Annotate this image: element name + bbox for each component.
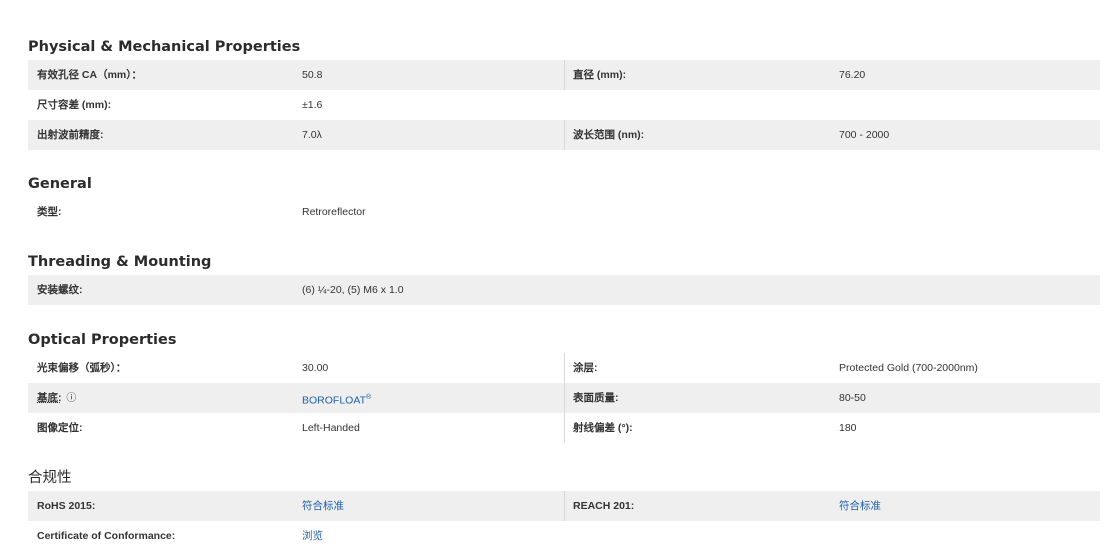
spec-row-substrate: 基底: ⓘ BOROFLOAT® 表面质量: 80-50: [28, 383, 1100, 413]
spec-label: 安装螺纹:: [37, 284, 83, 296]
spec-label: 表面质量:: [573, 392, 619, 404]
spec-value: 180: [839, 422, 857, 434]
spec-label: 直径 (mm):: [573, 69, 627, 81]
section-title-compliance: 合规性: [28, 470, 72, 486]
spec-label: 射线偏差 (°):: [573, 422, 633, 434]
spec-label-with-info: 基底: ⓘ: [37, 383, 76, 413]
spec-label: 图像定位:: [37, 422, 83, 434]
spec-value: 700 - 2000: [839, 129, 890, 141]
spec-row-wavefront: 出射波前精度: 7.0λ 波长范围 (nm): 700 - 2000: [28, 120, 1100, 150]
spec-label: Certificate of Conformance:: [37, 530, 176, 542]
physical-mechanical-section: Physical & Mechanical Properties 有效孔径 CA…: [28, 34, 1100, 150]
spec-label: 类型:: [37, 206, 62, 218]
section-title-physical: Physical & Mechanical Properties: [28, 39, 301, 55]
spec-row-rohs-reach: RoHS 2015: 符合标准 REACH 201: 符合标准: [28, 491, 1100, 521]
spec-label: 出射波前精度:: [37, 129, 104, 141]
column-divider: [564, 60, 565, 90]
spec-row-beam-deviation: 光束偏移（弧秒）： 30.00 涂层: Protected Gold (700-…: [28, 353, 1100, 383]
spec-row-mounting-threads: 安装螺纹: (6) ¼-20, (5) M6 x 1.0: [28, 275, 1100, 305]
spec-value: 30.00: [302, 362, 329, 374]
substrate-label[interactable]: 基底:: [37, 392, 62, 404]
column-divider: [564, 491, 565, 521]
spec-label: 涂层:: [573, 362, 598, 374]
spec-value: Protected Gold (700-2000nm): [839, 362, 978, 374]
spec-row-certificate: Certificate of Conformance: 浏览: [28, 521, 1100, 551]
spec-label: 波长范围 (nm):: [573, 129, 645, 141]
column-divider: [564, 353, 565, 383]
product-specs-page: Physical & Mechanical Properties 有效孔径 CA…: [0, 0, 1119, 559]
compliance-section: 合规性 RoHS 2015: 符合标准 REACH 201: 符合标准 Cert…: [28, 465, 1100, 551]
spec-value: 80-50: [839, 392, 866, 404]
registered-mark: ®: [365, 394, 372, 401]
spec-row-image-orientation: 图像定位: Left-Handed 射线偏差 (°): 180: [28, 413, 1100, 443]
spec-value: ±1.6: [302, 99, 323, 111]
spec-value: (6) ¼-20, (5) M6 x 1.0: [302, 284, 404, 296]
spec-value: Retroreflector: [302, 206, 366, 218]
spec-row-clear-aperture: 有效孔径 CA（mm）： 50.8 直径 (mm): 76.20: [28, 60, 1100, 90]
spec-value: 76.20: [839, 69, 866, 81]
spec-label: RoHS 2015:: [37, 500, 96, 512]
column-divider: [564, 120, 565, 150]
section-title-optical: Optical Properties: [28, 332, 177, 348]
spec-row-dimensional-tolerance: 尺寸容差 (mm): ±1.6: [28, 90, 1100, 120]
general-section: General 类型: Retroreflector: [28, 171, 1100, 227]
column-divider: [564, 413, 565, 443]
borofloat-link[interactable]: BOROFLOAT®: [302, 383, 371, 413]
rohs-compliance-link[interactable]: 符合标准: [302, 491, 344, 521]
column-divider: [564, 383, 565, 413]
certificate-view-link[interactable]: 浏览: [302, 521, 323, 551]
spec-label: 有效孔径 CA（mm）：: [37, 69, 143, 81]
section-title-threading: Threading & Mounting: [28, 254, 212, 270]
spec-label: 尺寸容差 (mm):: [37, 99, 112, 111]
optical-properties-section: Optical Properties 光束偏移（弧秒）： 30.00 涂层: P…: [28, 327, 1100, 443]
spec-label: 光束偏移（弧秒）：: [37, 362, 127, 374]
spec-value: 7.0λ: [302, 129, 322, 141]
section-title-general: General: [28, 176, 92, 192]
spec-label: REACH 201:: [573, 500, 635, 512]
spec-value: 50.8: [302, 69, 323, 81]
info-icon[interactable]: ⓘ: [66, 393, 76, 404]
reach-compliance-link[interactable]: 符合标准: [839, 491, 881, 521]
spec-value: Left-Handed: [302, 422, 360, 434]
threading-mounting-section: Threading & Mounting 安装螺纹: (6) ¼-20, (5)…: [28, 249, 1100, 305]
borofloat-link-text[interactable]: BOROFLOAT: [302, 395, 366, 407]
spec-row-type: 类型: Retroreflector: [28, 197, 1100, 227]
